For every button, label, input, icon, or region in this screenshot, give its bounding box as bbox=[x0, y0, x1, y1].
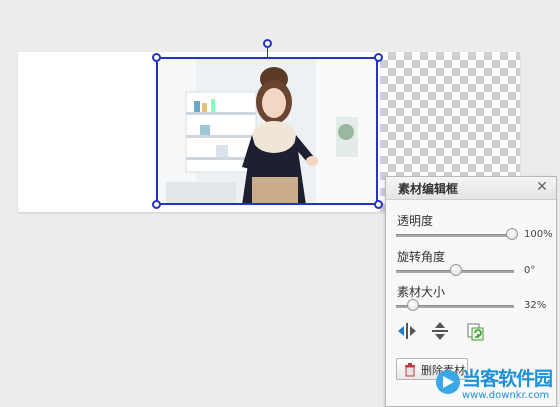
opacity-slider-knob[interactable] bbox=[506, 228, 518, 240]
rotation-stem bbox=[267, 47, 268, 57]
size-slider-knob[interactable] bbox=[407, 299, 419, 311]
watermark-logo-icon bbox=[436, 370, 460, 394]
site-watermark: 当客软件园 www.downkr.com bbox=[432, 362, 560, 407]
panel-header[interactable]: 素材编辑框 ✕ bbox=[386, 177, 556, 200]
opacity-slider-track[interactable] bbox=[396, 234, 514, 237]
flip-horizontal-icon[interactable] bbox=[396, 320, 418, 342]
size-value: 32% bbox=[524, 300, 547, 311]
size-label: 素材大小 bbox=[397, 285, 446, 299]
rotate-handle[interactable] bbox=[263, 39, 272, 48]
panel-title: 素材编辑框 bbox=[398, 182, 459, 196]
replace-icon[interactable] bbox=[464, 320, 486, 342]
opacity-value: 100% bbox=[524, 229, 553, 240]
photo-girl-image bbox=[156, 57, 378, 205]
rotation-slider-knob[interactable] bbox=[450, 264, 462, 276]
trash-icon bbox=[403, 362, 417, 381]
close-icon[interactable]: ✕ bbox=[534, 179, 550, 195]
rotation-label: 旋转角度 bbox=[397, 250, 446, 264]
opacity-label: 透明度 bbox=[397, 214, 434, 228]
flip-vertical-icon[interactable] bbox=[429, 320, 451, 342]
resize-handle-bottom-left[interactable] bbox=[152, 200, 161, 209]
resize-handle-bottom-right[interactable] bbox=[374, 200, 383, 209]
watermark-text: 当客软件园 bbox=[462, 368, 553, 390]
selected-photo[interactable] bbox=[156, 57, 378, 205]
rotation-value: 0° bbox=[524, 265, 536, 276]
watermark-url: www.downkr.com bbox=[462, 390, 550, 401]
resize-handle-top-left[interactable] bbox=[152, 53, 161, 62]
resize-handle-top-right[interactable] bbox=[374, 53, 383, 62]
